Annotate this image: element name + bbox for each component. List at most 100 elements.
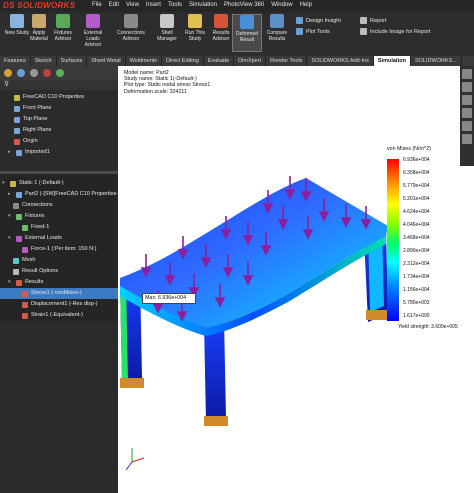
tree-item-displacement1[interactable]: Displacement1 (-Res disp-): [0, 299, 118, 310]
run-icon: [188, 14, 202, 28]
design-insight-button[interactable]: Design Insight: [296, 15, 341, 26]
compare-results-button[interactable]: Compare Results: [262, 14, 292, 42]
shell-icon: [160, 14, 174, 28]
tab-sheet-metal[interactable]: Sheet Metal: [87, 56, 126, 66]
legend-tick: 4.624e+004: [403, 209, 430, 215]
report-button[interactable]: Report: [360, 15, 431, 26]
fixed-icon: [22, 224, 28, 231]
shell-manager-button[interactable]: Shell Manager: [152, 14, 182, 42]
tree-item-origin[interactable]: Origin: [0, 136, 118, 147]
collapse-icon: ▾: [2, 180, 5, 186]
tree-item-force1[interactable]: Force-1 (:Per item: 150 N:): [0, 244, 118, 255]
strain-plot-icon: [22, 312, 28, 319]
legend-tick: 6.936e+004: [403, 157, 430, 163]
insight-icon: [296, 17, 303, 24]
tree-item-top-plane[interactable]: Top Plane: [0, 114, 118, 125]
file-explorer-icon[interactable]: [462, 95, 472, 105]
filter-icon[interactable]: ⊽: [0, 80, 118, 90]
tab-features[interactable]: Features: [0, 56, 31, 66]
tree-item-fixed1[interactable]: Fixed-1: [0, 222, 118, 233]
collapse-icon: ▾: [8, 279, 11, 285]
tree-item-stress1[interactable]: Stress1 (-vonMises-): [0, 288, 118, 299]
menu-bar: File Edit View Insert Tools Simulation P…: [92, 2, 312, 8]
panel-toolbar: [0, 66, 118, 80]
part-icon: [16, 191, 22, 198]
external-loads-button[interactable]: External Loads Advisor: [78, 14, 108, 48]
appearances-icon[interactable]: [462, 121, 472, 131]
load-icon: [86, 14, 100, 28]
menu-view[interactable]: View: [126, 2, 139, 8]
menu-photoview[interactable]: PhotoView 360: [224, 2, 264, 8]
image-icon: [360, 28, 367, 35]
result-options-icon: [13, 268, 19, 275]
custom-properties-icon[interactable]: [462, 134, 472, 144]
deformed-icon: [240, 15, 254, 29]
ribbon-column-report: Report Include Image for Report: [360, 15, 431, 37]
tab-render-tools[interactable]: Render Tools: [266, 56, 308, 66]
menu-edit[interactable]: Edit: [109, 2, 119, 8]
tree-item-imported1[interactable]: ▸ Imported1: [0, 147, 118, 158]
tree-item-mesh[interactable]: Mesh: [0, 255, 118, 266]
tab-addins[interactable]: SOLIDWORKS Add-Ins: [307, 56, 374, 66]
deformed-result-button[interactable]: Deformed Result: [232, 14, 262, 52]
tree-item-material[interactable]: FreeCAD C10 Properties: [0, 92, 118, 103]
material-icon: [32, 14, 46, 28]
tree-item-external-loads[interactable]: ▾ External Loads: [0, 233, 118, 244]
display-icon[interactable]: [56, 69, 64, 77]
design-library-icon[interactable]: [462, 82, 472, 92]
tree-item-part2[interactable]: ▸ Part2 (-[SW]FreeCAD C10 Properties-): [0, 189, 118, 200]
view-palette-icon[interactable]: [462, 108, 472, 118]
tab-direct-editing[interactable]: Direct Editing: [162, 56, 204, 66]
expand-icon: ▸: [8, 149, 11, 155]
max-stress-probe[interactable]: Max: 6.936e+004: [142, 293, 196, 304]
include-image-button[interactable]: Include Image for Report: [360, 26, 431, 37]
feature-manager-panel: ⊽ FreeCAD C10 Properties Front Plane Top…: [0, 66, 118, 493]
legend-tick: 5.779e+004: [403, 183, 430, 189]
tree-item-static1[interactable]: ▾ Static 1 (-Default-): [0, 178, 118, 189]
feature-tree-icon[interactable]: [4, 69, 12, 77]
tree-item-fixtures[interactable]: ▾ Fixtures: [0, 211, 118, 222]
tab-evaluate[interactable]: Evaluate: [204, 56, 235, 66]
menu-insert[interactable]: Insert: [146, 2, 161, 8]
connections-node-icon: [13, 202, 19, 209]
tree-item-front-plane[interactable]: Front Plane: [0, 103, 118, 114]
plot-tools-button[interactable]: Plot Tools: [296, 26, 341, 37]
tree-item-connections[interactable]: Connections: [0, 200, 118, 211]
feature-tree: FreeCAD C10 Properties Front Plane Top P…: [0, 90, 118, 174]
expand-icon: ▸: [8, 191, 11, 197]
tree-item-result-options[interactable]: Result Options: [0, 266, 118, 277]
fixture-marker: [204, 416, 228, 426]
legend-tick: 2.312e+004: [403, 261, 430, 267]
plane-icon: [14, 105, 20, 112]
tab-sketch[interactable]: Sketch: [31, 56, 57, 66]
tab-dimxpert[interactable]: DimXpert: [234, 56, 267, 66]
fixtures-advisor-button[interactable]: Fixtures Advisor: [48, 14, 78, 42]
config-icon[interactable]: [30, 69, 38, 77]
body-icon: [16, 149, 22, 156]
tree-item-results[interactable]: ▾ Results: [0, 277, 118, 288]
tab-weldments[interactable]: Weldments: [126, 56, 163, 66]
menu-window[interactable]: Window: [271, 2, 292, 8]
legend-tick: 3.468e+004: [403, 235, 430, 241]
menu-help[interactable]: Help: [300, 2, 312, 8]
connections-advisor-button[interactable]: Connections Advisor: [116, 14, 146, 42]
legend-tick: 6.358e+004: [403, 170, 430, 176]
dimxpert-icon[interactable]: [43, 69, 51, 77]
tab-simulation[interactable]: Simulation: [373, 56, 411, 66]
tab-surfaces[interactable]: Surfaces: [57, 56, 88, 66]
tab-more[interactable]: SOLIDWORKS...: [411, 56, 462, 66]
ribbon-column-insight: Design Insight Plot Tools: [296, 15, 341, 37]
menu-simulation[interactable]: Simulation: [189, 2, 217, 8]
tree-item-right-plane[interactable]: Right Plane: [0, 125, 118, 136]
plane-icon: [14, 116, 20, 123]
legend-tick: 5.201e+004: [403, 196, 430, 202]
solidworks-window: DS SOLIDWORKS File Edit View Insert Tool…: [0, 0, 474, 493]
property-icon[interactable]: [17, 69, 25, 77]
menu-tools[interactable]: Tools: [168, 2, 182, 8]
menu-file[interactable]: File: [92, 2, 102, 8]
legend-title: von Mises (N/m^2): [387, 146, 431, 152]
tree-item-strain1[interactable]: Strain1 (-Equivalent-): [0, 310, 118, 321]
results-icon: [214, 14, 228, 28]
resources-icon[interactable]: [462, 69, 472, 79]
legend-tick: 4.046e+004: [403, 222, 430, 228]
